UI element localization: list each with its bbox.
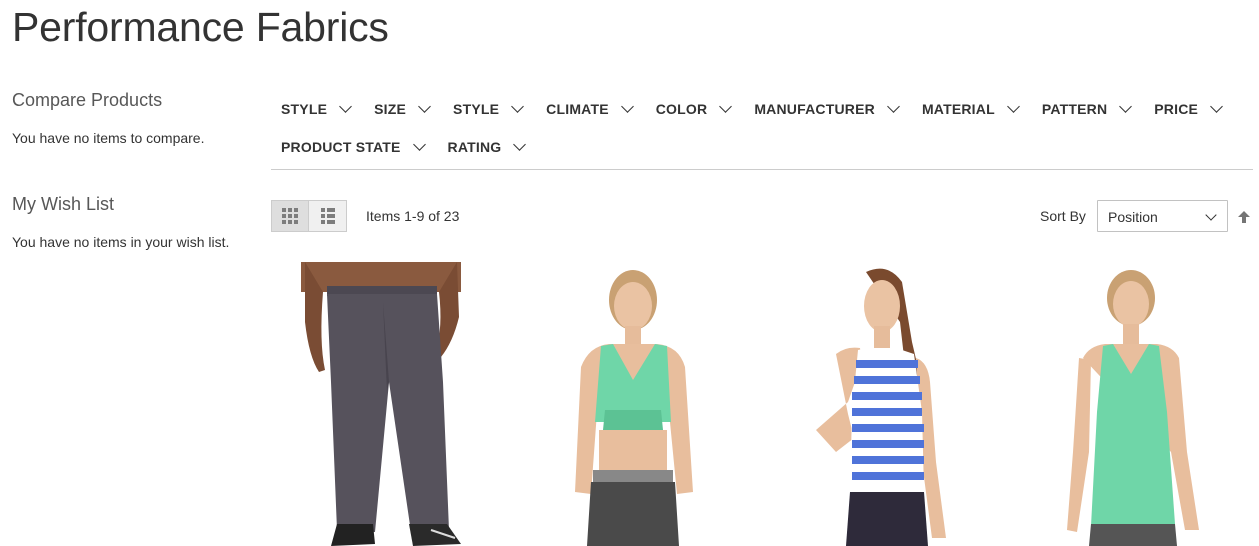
items-count: Items 1-9 of 23 xyxy=(366,208,460,224)
wish-list-block: My Wish List You have no items in your w… xyxy=(12,194,262,250)
filter-row-1: STYLE SIZE STYLE CLIMATE COLOR MANUFACTU… xyxy=(271,90,1253,128)
compare-products-empty-text: You have no items to compare. xyxy=(12,130,205,146)
view-mode-switcher xyxy=(271,200,347,232)
grid-icon xyxy=(282,208,298,224)
striped-tank-product-image[interactable] xyxy=(776,262,976,546)
chevron-down-icon xyxy=(412,138,426,151)
product-item[interactable] xyxy=(533,262,733,546)
sort-by-selected-value: Position xyxy=(1108,209,1158,225)
list-icon xyxy=(320,208,335,224)
sort-by-select[interactable]: Position xyxy=(1097,200,1228,232)
chevron-down-icon xyxy=(1205,209,1217,221)
filter-size[interactable]: SIZE xyxy=(374,100,431,117)
filter-style-2[interactable]: STYLE xyxy=(453,100,525,117)
arrow-up-icon[interactable] xyxy=(1237,210,1251,224)
filter-pattern[interactable]: PATTERN xyxy=(1042,100,1133,117)
filter-style[interactable]: STYLE xyxy=(281,100,352,117)
products-toolbar: Items 1-9 of 23 Sort By Position xyxy=(271,200,1253,232)
chevron-down-icon xyxy=(1006,100,1020,113)
filter-material[interactable]: MATERIAL xyxy=(922,100,1020,117)
wish-list-title: My Wish List xyxy=(12,194,115,214)
sort-by-label: Sort By xyxy=(1040,208,1086,224)
product-grid xyxy=(271,262,1259,546)
filter-product-state[interactable]: PRODUCT STATE xyxy=(281,138,426,155)
layered-navigation-filters: STYLE SIZE STYLE CLIMATE COLOR MANUFACTU… xyxy=(271,90,1253,170)
chevron-down-icon xyxy=(1119,100,1133,113)
chevron-down-icon xyxy=(511,100,525,113)
grid-view-button[interactable] xyxy=(271,200,309,232)
chevron-down-icon xyxy=(513,138,527,151)
chevron-down-icon xyxy=(418,100,431,113)
filter-row-2: PRODUCT STATE RATING xyxy=(271,128,1253,166)
product-item[interactable] xyxy=(1031,262,1231,546)
sidebar: Compare Products You have no items to co… xyxy=(12,90,262,298)
filter-color[interactable]: COLOR xyxy=(656,100,733,117)
filter-price[interactable]: PRICE xyxy=(1154,100,1223,117)
wish-list-empty-text: You have no items in your wish list. xyxy=(12,234,230,250)
gray-pants-product-image[interactable] xyxy=(291,262,491,546)
filter-rating[interactable]: RATING xyxy=(448,138,527,155)
chevron-down-icon xyxy=(339,100,352,113)
green-sports-bra-product-image[interactable] xyxy=(533,262,733,546)
chevron-down-icon xyxy=(1210,100,1223,113)
chevron-down-icon xyxy=(620,100,634,113)
product-item[interactable] xyxy=(776,262,976,546)
chevron-down-icon xyxy=(719,100,733,113)
compare-products-block: Compare Products You have no items to co… xyxy=(12,90,262,146)
product-item[interactable] xyxy=(291,262,491,546)
filter-climate[interactable]: CLIMATE xyxy=(546,100,634,117)
green-tank-product-image[interactable] xyxy=(1031,262,1231,546)
compare-products-title: Compare Products xyxy=(12,90,163,110)
list-view-button[interactable] xyxy=(309,200,347,232)
page-title: Performance Fabrics xyxy=(12,4,389,50)
filter-manufacturer[interactable]: MANUFACTURER xyxy=(754,100,900,117)
chevron-down-icon xyxy=(887,100,900,113)
